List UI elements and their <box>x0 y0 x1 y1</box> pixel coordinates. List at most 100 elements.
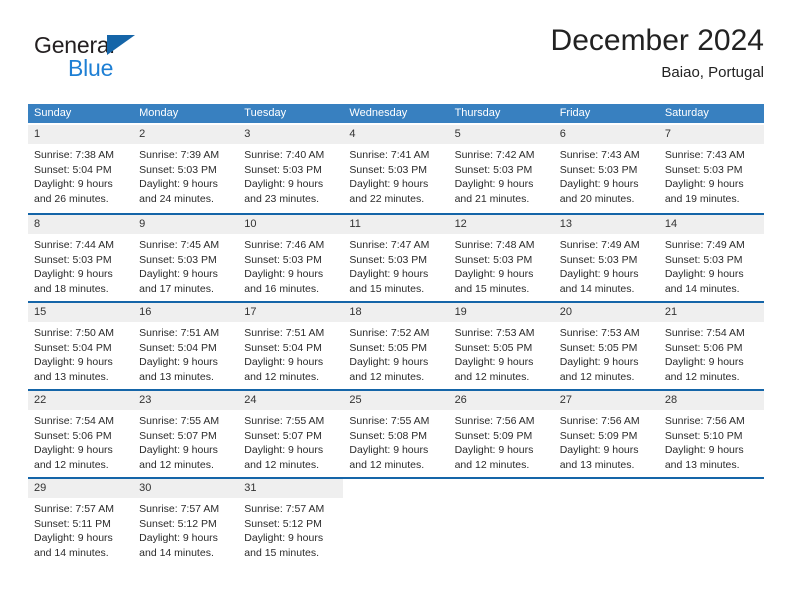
daylight-text-1: Daylight: 9 hours <box>454 178 534 190</box>
day-cell[interactable]: 17 Sunrise: 7:51 AM Sunset: 5:04 PM Dayl… <box>238 303 344 389</box>
day-details: Sunrise: 7:56 AM Sunset: 5:09 PM Dayligh… <box>553 410 659 477</box>
day-number: 25 <box>343 391 449 410</box>
daylight-text-1: Daylight: 9 hours <box>454 356 534 368</box>
page-title: December 2024 <box>550 24 764 57</box>
day-cell[interactable]: 14 Sunrise: 7:49 AM Sunset: 5:03 PM Dayl… <box>658 215 764 301</box>
sunset-text: Sunset: 5:07 PM <box>139 429 217 442</box>
day-details: Sunrise: 7:38 AM Sunset: 5:04 PM Dayligh… <box>28 144 134 213</box>
day-cell[interactable]: 11 Sunrise: 7:47 AM Sunset: 5:03 PM Dayl… <box>343 215 449 301</box>
daylight-text-1: Daylight: 9 hours <box>34 532 113 544</box>
day-details: Sunrise: 7:39 AM Sunset: 5:03 PM Dayligh… <box>133 144 239 213</box>
day-number: 26 <box>448 391 554 410</box>
day-cell[interactable]: 25 Sunrise: 7:55 AM Sunset: 5:08 PM Dayl… <box>343 391 449 477</box>
day-cell[interactable]: 13 Sunrise: 7:49 AM Sunset: 5:03 PM Dayl… <box>553 215 659 301</box>
day-cell[interactable]: 5 Sunrise: 7:42 AM Sunset: 5:03 PM Dayli… <box>448 125 554 213</box>
sunrise-text: Sunrise: 7:53 AM <box>559 327 640 339</box>
week-row: 22 Sunrise: 7:54 AM Sunset: 5:06 PM Dayl… <box>28 389 764 477</box>
sunrise-text: Sunrise: 7:50 AM <box>34 327 114 339</box>
daylight-text-2: and 15 minutes. <box>349 282 425 295</box>
day-details: Sunrise: 7:55 AM Sunset: 5:07 PM Dayligh… <box>133 410 239 477</box>
daylight-text-1: Daylight: 9 hours <box>559 268 639 280</box>
sunrise-text: Sunrise: 7:53 AM <box>454 327 535 339</box>
day-cell[interactable]: 29 Sunrise: 7:57 AM Sunset: 5:11 PM Dayl… <box>28 479 134 565</box>
day-cell[interactable]: 24 Sunrise: 7:55 AM Sunset: 5:07 PM Dayl… <box>238 391 344 477</box>
sunset-text: Sunset: 5:03 PM <box>244 163 322 176</box>
sunrise-text: Sunrise: 7:49 AM <box>664 239 745 251</box>
daylight-text-2: and 23 minutes. <box>244 192 319 205</box>
day-cell[interactable]: 4 Sunrise: 7:41 AM Sunset: 5:03 PM Dayli… <box>343 125 449 213</box>
day-cell[interactable]: 26 Sunrise: 7:56 AM Sunset: 5:09 PM Dayl… <box>448 391 554 477</box>
day-cell[interactable]: 23 Sunrise: 7:55 AM Sunset: 5:07 PM Dayl… <box>133 391 239 477</box>
day-cell[interactable]: 10 Sunrise: 7:46 AM Sunset: 5:03 PM Dayl… <box>238 215 344 301</box>
day-number: 7 <box>658 125 764 144</box>
sunrise-text: Sunrise: 7:43 AM <box>664 149 745 161</box>
page-header: General Blue December 2024 Baiao, Portug… <box>28 22 764 96</box>
day-details <box>658 498 764 565</box>
sunset-text: Sunset: 5:03 PM <box>664 163 743 176</box>
daylight-text-2: and 21 minutes. <box>454 192 530 205</box>
sunrise-text: Sunrise: 7:49 AM <box>559 239 640 251</box>
day-cell[interactable]: 30 Sunrise: 7:57 AM Sunset: 5:12 PM Dayl… <box>133 479 239 565</box>
day-number: 3 <box>238 125 344 144</box>
daylight-text-1: Daylight: 9 hours <box>664 178 744 190</box>
day-number: 2 <box>133 125 239 144</box>
sunrise-text: Sunrise: 7:57 AM <box>139 503 220 515</box>
day-details: Sunrise: 7:49 AM Sunset: 5:03 PM Dayligh… <box>658 234 764 301</box>
daylight-text-2: and 14 minutes. <box>559 282 635 295</box>
day-cell[interactable]: 12 Sunrise: 7:48 AM Sunset: 5:03 PM Dayl… <box>448 215 554 301</box>
sunset-text: Sunset: 5:08 PM <box>349 429 428 442</box>
sunset-text: Sunset: 5:09 PM <box>454 429 533 442</box>
day-details: Sunrise: 7:55 AM Sunset: 5:08 PM Dayligh… <box>343 410 449 477</box>
sunset-text: Sunset: 5:03 PM <box>559 253 638 266</box>
day-cell[interactable]: 3 Sunrise: 7:40 AM Sunset: 5:03 PM Dayli… <box>238 125 344 213</box>
daylight-text-1: Daylight: 9 hours <box>664 444 744 456</box>
sunset-text: Sunset: 5:11 PM <box>34 517 111 530</box>
sunset-text: Sunset: 5:04 PM <box>34 341 112 354</box>
sunset-text: Sunset: 5:12 PM <box>244 517 322 530</box>
day-details: Sunrise: 7:43 AM Sunset: 5:03 PM Dayligh… <box>658 144 764 213</box>
day-cell[interactable]: 28 Sunrise: 7:56 AM Sunset: 5:10 PM Dayl… <box>658 391 764 477</box>
day-cell[interactable]: 18 Sunrise: 7:52 AM Sunset: 5:05 PM Dayl… <box>343 303 449 389</box>
day-details: Sunrise: 7:41 AM Sunset: 5:03 PM Dayligh… <box>343 144 449 213</box>
daylight-text-2: and 15 minutes. <box>244 546 319 559</box>
daylight-text-2: and 14 minutes. <box>139 546 214 559</box>
sunrise-text: Sunrise: 7:55 AM <box>244 415 325 427</box>
day-number: 12 <box>448 215 554 234</box>
day-cell[interactable]: 8 Sunrise: 7:44 AM Sunset: 5:03 PM Dayli… <box>28 215 134 301</box>
day-cell[interactable]: 9 Sunrise: 7:45 AM Sunset: 5:03 PM Dayli… <box>133 215 239 301</box>
generalblue-logo[interactable]: General Blue <box>34 32 214 90</box>
day-cell[interactable]: 20 Sunrise: 7:53 AM Sunset: 5:05 PM Dayl… <box>553 303 659 389</box>
daylight-text-2: and 12 minutes. <box>34 458 109 471</box>
sunrise-text: Sunrise: 7:55 AM <box>349 415 430 427</box>
weekday-monday: Monday <box>139 107 179 119</box>
day-cell[interactable]: 7 Sunrise: 7:43 AM Sunset: 5:03 PM Dayli… <box>658 125 764 213</box>
day-cell[interactable]: 27 Sunrise: 7:56 AM Sunset: 5:09 PM Dayl… <box>553 391 659 477</box>
daylight-text-2: and 13 minutes. <box>34 370 109 383</box>
day-number: 29 <box>28 479 134 498</box>
day-cell-empty <box>343 479 449 565</box>
daylight-text-1: Daylight: 9 hours <box>349 178 429 190</box>
daylight-text-1: Daylight: 9 hours <box>559 444 639 456</box>
day-cell[interactable]: 22 Sunrise: 7:54 AM Sunset: 5:06 PM Dayl… <box>28 391 134 477</box>
calendar-page: General Blue December 2024 Baiao, Portug… <box>0 0 792 612</box>
day-cell[interactable]: 15 Sunrise: 7:50 AM Sunset: 5:04 PM Dayl… <box>28 303 134 389</box>
sunrise-text: Sunrise: 7:43 AM <box>559 149 640 161</box>
day-cell[interactable]: 6 Sunrise: 7:43 AM Sunset: 5:03 PM Dayli… <box>553 125 659 213</box>
day-cell[interactable]: 16 Sunrise: 7:51 AM Sunset: 5:04 PM Dayl… <box>133 303 239 389</box>
day-cell[interactable]: 31 Sunrise: 7:57 AM Sunset: 5:12 PM Dayl… <box>238 479 344 565</box>
day-details: Sunrise: 7:50 AM Sunset: 5:04 PM Dayligh… <box>28 322 134 389</box>
weekday-sunday: Sunday <box>34 107 72 119</box>
day-number: 10 <box>238 215 344 234</box>
daylight-text-1: Daylight: 9 hours <box>34 268 113 280</box>
day-cell[interactable]: 2 Sunrise: 7:39 AM Sunset: 5:03 PM Dayli… <box>133 125 239 213</box>
day-number: 28 <box>658 391 764 410</box>
day-number: 11 <box>343 215 449 234</box>
day-cell[interactable]: 19 Sunrise: 7:53 AM Sunset: 5:05 PM Dayl… <box>448 303 554 389</box>
day-cell[interactable]: 21 Sunrise: 7:54 AM Sunset: 5:06 PM Dayl… <box>658 303 764 389</box>
day-details: Sunrise: 7:51 AM Sunset: 5:04 PM Dayligh… <box>133 322 239 389</box>
day-number <box>554 479 659 498</box>
day-cell[interactable]: 1 Sunrise: 7:38 AM Sunset: 5:04 PM Dayli… <box>28 125 134 213</box>
sunset-text: Sunset: 5:03 PM <box>139 253 217 266</box>
title-block: December 2024 Baiao, Portugal <box>551 22 764 84</box>
day-number <box>449 479 554 498</box>
